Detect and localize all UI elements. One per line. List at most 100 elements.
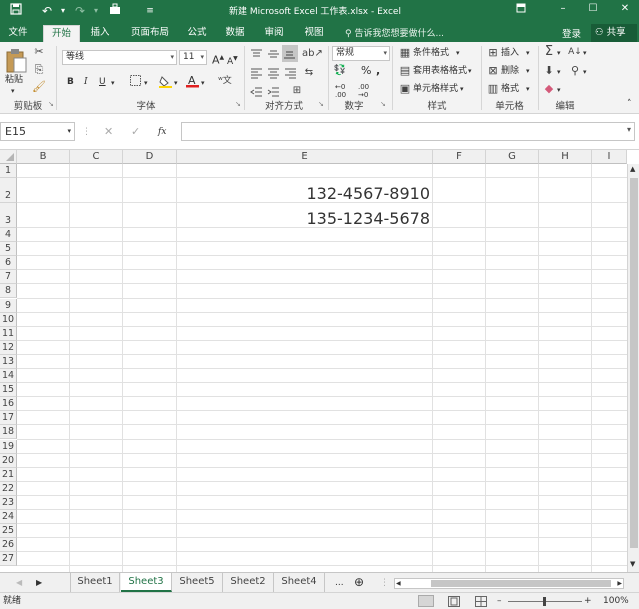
format-as-table-button[interactable]: ▤ 套用表格格式 ▾	[398, 64, 478, 79]
accounting-format-icon[interactable]: 💱	[333, 64, 347, 78]
scroll-right-icon[interactable]: ▶	[617, 579, 622, 588]
customize-qat-icon[interactable]: ≡	[143, 3, 157, 19]
formula-input[interactable]: ▾	[181, 122, 635, 141]
save-icon[interactable]	[9, 3, 23, 19]
chevron-down-icon[interactable]: ▾	[583, 46, 587, 60]
comma-style-icon[interactable]: ,	[376, 64, 380, 78]
normal-view-icon[interactable]	[418, 595, 434, 607]
font-name-select[interactable]: 等线 ▾	[62, 50, 177, 65]
row-header-16[interactable]: 16	[0, 397, 17, 412]
column-header-d[interactable]: D	[123, 150, 177, 164]
dialog-launcher-icon[interactable]: ↘	[380, 101, 388, 109]
sheet-tab-sheet1[interactable]: Sheet1	[70, 573, 120, 592]
chevron-down-icon[interactable]: ▾	[557, 65, 561, 79]
worksheet-grid[interactable]: BCDEFGHI 1 2 3 4 5 6 7 8 9 10 11 12 13 14 15 16 17 18 19 20…	[0, 150, 639, 572]
column-header-g[interactable]: G	[486, 150, 539, 164]
sort-filter-icon[interactable]: A↓	[568, 45, 582, 59]
decrease-indent-icon[interactable]	[250, 86, 263, 98]
chevron-down-icon[interactable]: ▾	[557, 83, 561, 97]
row-header-11[interactable]: 11	[0, 326, 17, 341]
page-break-view-icon[interactable]	[475, 596, 487, 607]
column-header-b[interactable]: B	[17, 150, 70, 164]
column-header-f[interactable]: F	[433, 150, 486, 164]
row-header-9[interactable]: 9	[0, 298, 17, 313]
align-right-icon[interactable]	[284, 67, 297, 79]
tab-page-layout[interactable]: 页面布局	[124, 25, 176, 42]
row-header-1[interactable]: 1	[0, 164, 17, 178]
font-color-icon[interactable]: A	[185, 74, 199, 88]
chevron-down-icon[interactable]: ▾	[583, 65, 587, 79]
cell-styles-button[interactable]: ▣ 单元格样式 ▾	[398, 82, 478, 97]
zoom-slider-thumb[interactable]	[543, 597, 546, 606]
tab-data[interactable]: 数据	[219, 25, 251, 42]
scroll-up-icon[interactable]: ▲	[630, 165, 635, 173]
number-format-select[interactable]: 常规 ▾	[332, 46, 390, 61]
chevron-down-icon[interactable]: ▾	[174, 76, 178, 90]
tab-insert[interactable]: 插入	[84, 25, 116, 42]
row-header-19[interactable]: 19	[0, 439, 17, 454]
chevron-down-icon[interactable]: ▾	[557, 46, 561, 60]
collapse-ribbon-icon[interactable]: ˄	[627, 97, 632, 111]
vertical-scrollbar[interactable]: ▲ ▼	[627, 164, 639, 572]
align-bottom-icon[interactable]	[282, 45, 298, 62]
chevron-down-icon[interactable]: ▾	[111, 76, 115, 90]
row-header-27[interactable]: 27	[0, 552, 17, 567]
sheet-tab-sheet4[interactable]: Sheet4	[274, 573, 325, 592]
orientation-icon[interactable]: ab↗	[302, 47, 323, 61]
align-top-icon[interactable]	[250, 48, 263, 60]
format-cells-button[interactable]: ▥ 格式 ▾	[486, 82, 534, 97]
align-middle-icon[interactable]	[267, 48, 280, 60]
font-size-select[interactable]: 11 ▾	[179, 50, 207, 65]
tab-file[interactable]: 文件	[0, 25, 36, 42]
scroll-down-icon[interactable]: ▼	[630, 560, 635, 568]
splitter-icon[interactable]: ⋮	[380, 576, 389, 590]
fill-icon[interactable]: ⬇	[542, 64, 556, 78]
row-header-2[interactable]: 2	[0, 178, 17, 203]
phonetic-guide-icon[interactable]: ʷ文	[218, 74, 232, 88]
find-select-icon[interactable]: ⚲	[568, 64, 582, 78]
minimize-icon[interactable]: –	[555, 3, 571, 17]
tab-home[interactable]: 开始	[43, 25, 80, 42]
maximize-icon[interactable]: ☐	[585, 3, 601, 17]
column-header-c[interactable]: C	[70, 150, 123, 164]
row-header-18[interactable]: 18	[0, 425, 17, 440]
row-header-8[interactable]: 8	[0, 284, 17, 299]
insert-cells-button[interactable]: ⊞ 插入 ▾	[486, 46, 534, 61]
row-header-12[interactable]: 12	[0, 340, 17, 355]
tab-formulas[interactable]: 公式	[181, 25, 213, 42]
horizontal-scroll-thumb[interactable]	[431, 580, 611, 587]
row-header-20[interactable]: 20	[0, 453, 17, 468]
clear-icon[interactable]: ◆	[542, 82, 556, 96]
zoom-level[interactable]: 100%	[603, 594, 629, 608]
undo-icon[interactable]: ↶	[40, 3, 54, 19]
expand-formula-bar-icon[interactable]: ▾	[627, 125, 631, 134]
row-header-15[interactable]: 15	[0, 383, 17, 398]
copy-icon[interactable]: ⎘	[32, 63, 46, 77]
row-header-5[interactable]: 5	[0, 242, 17, 257]
conditional-formatting-button[interactable]: ▦ 条件格式 ▾	[398, 46, 478, 61]
decrease-decimal-icon[interactable]: .00 →0	[358, 83, 369, 99]
paste-button[interactable]: 粘贴 ▾	[3, 46, 29, 95]
percent-button[interactable]: %	[361, 64, 371, 78]
grow-font-button[interactable]: A▲	[212, 51, 224, 68]
row-header-3[interactable]: 3	[0, 203, 17, 228]
select-all-corner[interactable]	[0, 150, 17, 164]
enter-icon[interactable]: ✓	[131, 125, 140, 139]
autosum-icon[interactable]: Σ	[542, 45, 556, 59]
touch-mode-icon[interactable]	[108, 3, 122, 19]
cell-E3[interactable]: 135-1234-5678	[178, 209, 430, 228]
underline-button[interactable]: U	[99, 75, 106, 89]
bold-button[interactable]: B	[67, 75, 74, 89]
italic-button[interactable]: I	[84, 75, 88, 89]
insert-function-button[interactable]: fx	[158, 125, 166, 139]
horizontal-scrollbar[interactable]: ◀ ▶	[394, 578, 624, 589]
chevron-down-icon[interactable]: ▾	[144, 76, 148, 90]
row-header-7[interactable]: 7	[0, 270, 17, 285]
redo-dropdown-icon[interactable]: ▾	[89, 3, 103, 19]
column-header-h[interactable]: H	[539, 150, 592, 164]
sheet-tab-sheet3[interactable]: Sheet3	[121, 573, 172, 592]
delete-cells-button[interactable]: ⊠ 删除 ▾	[486, 64, 534, 79]
row-header-22[interactable]: 22	[0, 481, 17, 496]
name-box[interactable]: E15 ▾	[0, 122, 75, 141]
fill-color-icon[interactable]	[158, 75, 172, 89]
